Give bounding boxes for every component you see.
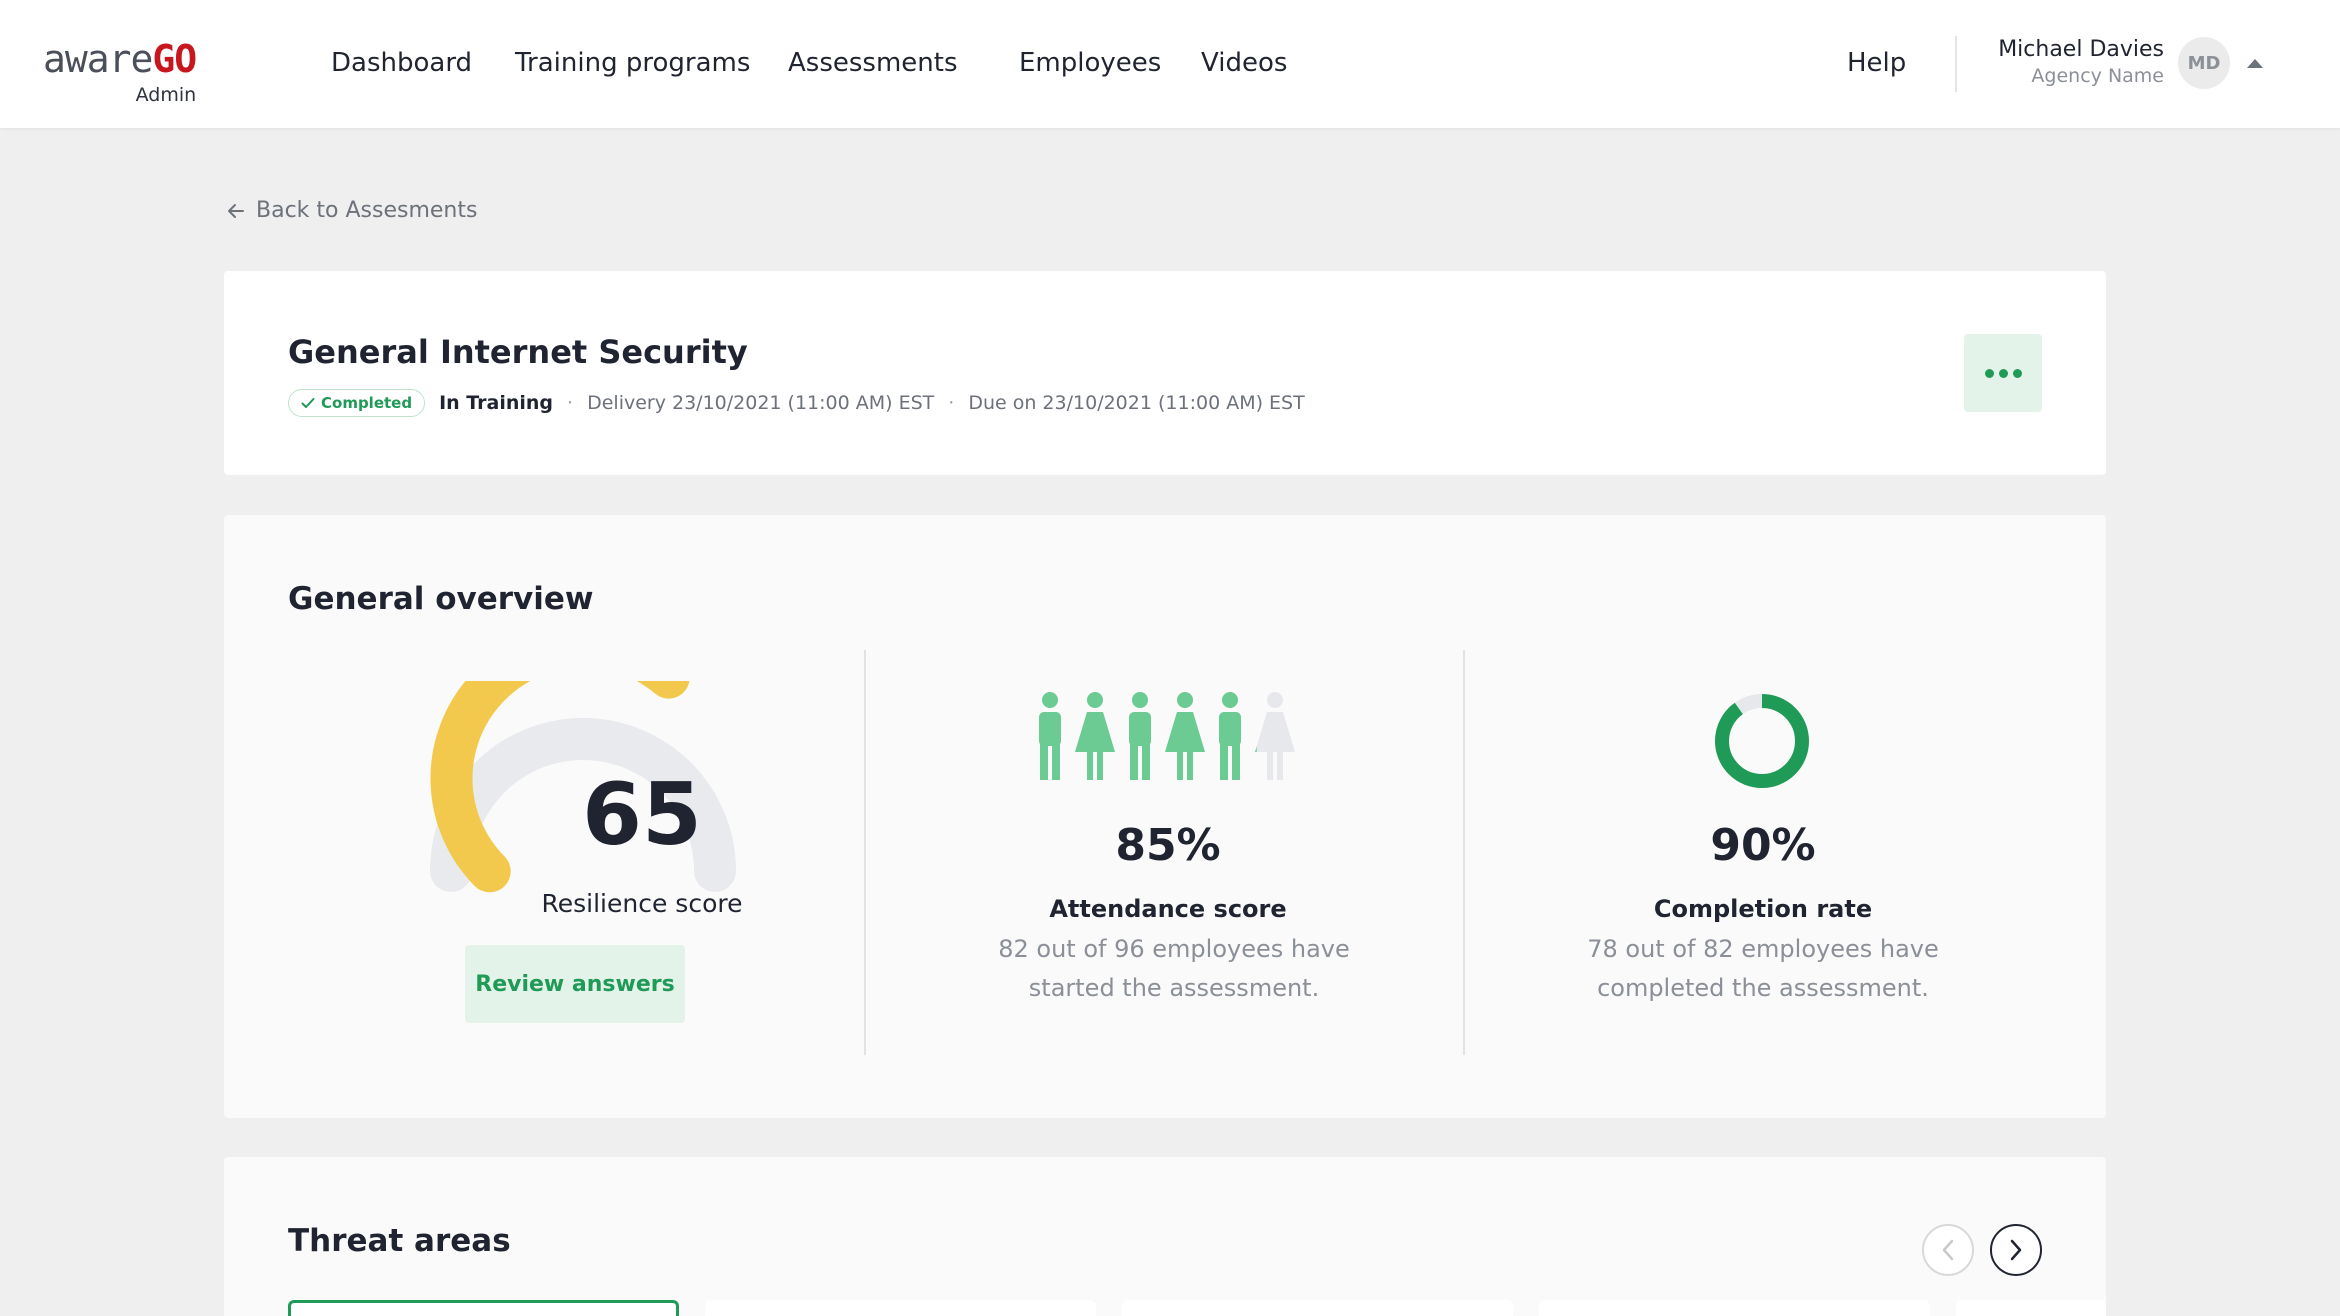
threat-areas-title: Threat areas bbox=[288, 1223, 511, 1259]
user-agency: Agency Name bbox=[2031, 65, 2164, 87]
general-overview-card: General overview 65 Resilience score Rev… bbox=[224, 515, 2106, 1118]
resilience-score-value: 65 bbox=[582, 765, 702, 865]
awarego-logo[interactable]: awareGO Admin bbox=[43, 37, 197, 106]
meta-separator: · bbox=[948, 392, 955, 414]
caret-up-icon[interactable] bbox=[2247, 59, 2263, 68]
resilience-score-label: Resilience score bbox=[541, 889, 743, 918]
avatar[interactable]: MD bbox=[2178, 37, 2230, 89]
completion-donut bbox=[1715, 694, 1809, 788]
logo-text-aware: aware bbox=[43, 37, 153, 81]
back-link-label: Back to Assesments bbox=[256, 198, 478, 223]
status-badge-label: Completed bbox=[321, 394, 413, 412]
carousel-next-button[interactable] bbox=[1990, 1224, 2042, 1276]
nav-dashboard[interactable]: Dashboard bbox=[331, 48, 472, 78]
attendance-people-icon bbox=[1039, 692, 1295, 780]
chevron-right-icon bbox=[2010, 1239, 2022, 1261]
carousel-prev-button[interactable] bbox=[1922, 1224, 1974, 1276]
due-date: Due on 23/10/2021 (11:00 AM) EST bbox=[968, 392, 1305, 414]
nav-employees[interactable]: Employees bbox=[1019, 48, 1161, 78]
logo-text-go: GO bbox=[152, 37, 197, 81]
stage-label: In Training bbox=[439, 392, 554, 414]
user-name[interactable]: Michael Davies bbox=[1998, 37, 2164, 62]
threat-areas-card: Threat areas bbox=[224, 1157, 2106, 1316]
overview-divider bbox=[864, 650, 866, 1055]
assessment-meta: Completed In Training · Delivery 23/10/2… bbox=[288, 389, 1305, 417]
header-divider bbox=[1955, 36, 1957, 92]
meta-separator: · bbox=[567, 392, 574, 414]
back-to-assessments-link[interactable]: Back to Assesments bbox=[226, 198, 477, 223]
more-dots-icon bbox=[1984, 368, 1994, 378]
overview-divider bbox=[1463, 650, 1465, 1055]
completion-rate-description: 78 out of 82 employees have completed th… bbox=[1587, 935, 1939, 1002]
attendance-score-description: 82 out of 96 employees have started the … bbox=[998, 935, 1350, 1002]
assessment-title: General Internet Security bbox=[288, 333, 748, 371]
threat-area-card[interactable] bbox=[1956, 1300, 2106, 1316]
overview-title: General overview bbox=[288, 581, 594, 617]
check-icon bbox=[301, 398, 315, 408]
attendance-score-label: Attendance score bbox=[1049, 895, 1287, 923]
completion-rate-label: Completion rate bbox=[1653, 895, 1873, 923]
top-navigation-bar: awareGO Admin Dashboard Training program… bbox=[0, 0, 2340, 128]
nav-training-programs[interactable]: Training programs bbox=[515, 48, 750, 78]
threat-area-card[interactable] bbox=[288, 1300, 679, 1316]
completion-rate-value: 90% bbox=[1710, 820, 1816, 871]
delivery-date: Delivery 23/10/2021 (11:00 AM) EST bbox=[587, 392, 935, 414]
review-answers-button[interactable]: Review answers bbox=[465, 945, 685, 1023]
attendance-score-value: 85% bbox=[1115, 820, 1221, 871]
threat-area-card[interactable] bbox=[1539, 1300, 1930, 1316]
nav-videos[interactable]: Videos bbox=[1201, 48, 1287, 78]
threat-area-card[interactable] bbox=[705, 1300, 1096, 1316]
status-badge: Completed bbox=[288, 389, 426, 417]
nav-assessments[interactable]: Assessments bbox=[788, 48, 958, 78]
logo-subtitle: Admin bbox=[135, 84, 197, 106]
more-options-button[interactable] bbox=[1964, 334, 2042, 412]
assessment-header-card: General Internet Security Completed In T… bbox=[224, 271, 2106, 475]
help-link[interactable]: Help bbox=[1847, 48, 1906, 78]
chevron-left-icon bbox=[1942, 1239, 1954, 1261]
threat-area-card[interactable] bbox=[1122, 1300, 1513, 1316]
arrow-left-icon bbox=[228, 203, 244, 218]
